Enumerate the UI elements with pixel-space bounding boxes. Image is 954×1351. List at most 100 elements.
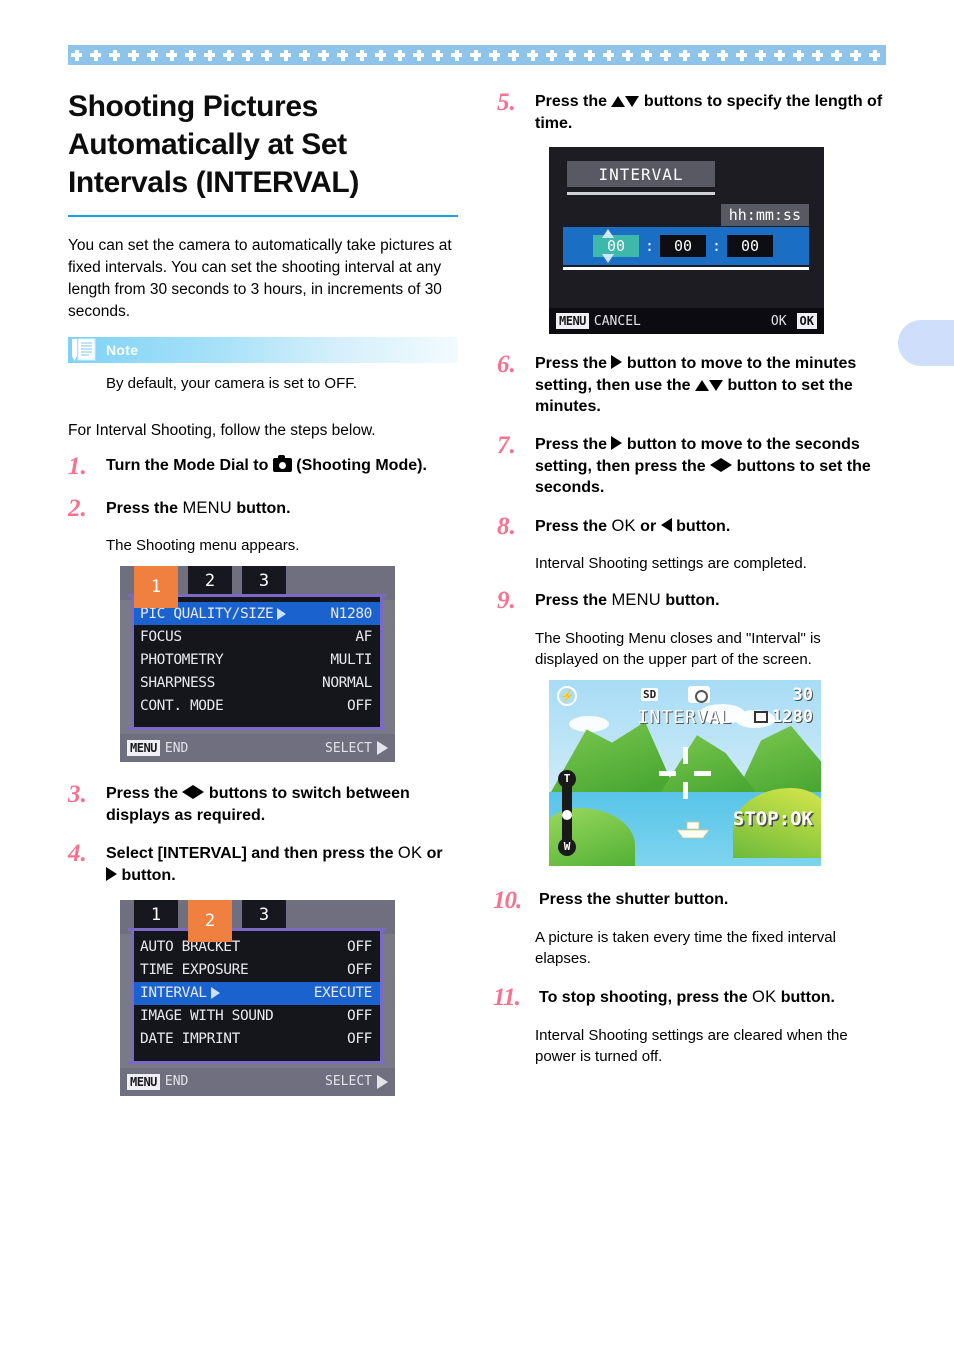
left-arrow-icon (710, 457, 722, 472)
left-arrow-icon (182, 785, 194, 800)
menu-row[interactable]: PHOTOMETRY MULTI (134, 648, 380, 671)
menu-bottom-bar-1: MENU END SELECT (120, 734, 395, 763)
step-10: 10. Press the shutter button. (493, 886, 887, 915)
menu-end-label: END (164, 740, 189, 756)
right-arrow-icon (210, 987, 220, 1000)
menu-frame-bottom-2 (128, 1060, 386, 1064)
camera-screen-shooting-menu-2: 1 2 3 AUTO BRACKET OFF TIME EXPOSURE OFF… (120, 899, 395, 1096)
menu-row-value: NORMAL (322, 674, 372, 691)
right-arrow-icon (106, 867, 117, 882)
step-2-subtext: The Shooting menu appears. (106, 537, 300, 555)
zoom-slider-knob[interactable] (562, 809, 572, 820)
interval-bottom-bar: MENU CANCEL OK OK (549, 308, 824, 335)
step-11-text: To stop shooting, press the OK button. (539, 983, 887, 1012)
step-4-text-after: button. (117, 867, 176, 885)
ok-button-label: OK (397, 844, 423, 863)
focus-crosshair-icon (659, 746, 711, 799)
menu-button-label: MENU (182, 498, 232, 517)
title-divider (68, 215, 458, 218)
up-arrow-icon (695, 379, 710, 391)
step-1: 1. Turn the Mode Dial to (Shooting Mode)… (68, 452, 458, 481)
step-9-text-before: Press the (535, 592, 612, 610)
ok-button-label: OK (611, 516, 636, 535)
step-1-text-before: Turn the Mode Dial to (106, 457, 273, 475)
menu-body-2: AUTO BRACKET OFF TIME EXPOSURE OFF INTER… (131, 930, 383, 1061)
menu-row-value: OFF (347, 1008, 372, 1025)
menu-row-label: PHOTOMETRY (140, 651, 224, 668)
menu-tab-1[interactable]: 1 (134, 566, 178, 609)
step-11-text-before: To stop shooting, press the (539, 989, 753, 1007)
interval-cancel-label: CANCEL (593, 313, 641, 329)
menu-tab-1[interactable]: 1 (134, 899, 178, 930)
menu-row[interactable]: DATE IMPRINT OFF (134, 1028, 380, 1051)
menu-row-value: OFF (347, 939, 372, 956)
menu-row-label: CONT. MODE (140, 697, 224, 714)
menu-button-label: MENU (611, 591, 661, 610)
step-6-text: Press the button to move to the minutes … (535, 350, 887, 418)
live-view-boat (676, 821, 710, 839)
step-1-number: 1. (68, 453, 87, 481)
step-8-text-after: button. (671, 517, 731, 535)
menu-row[interactable]: INTERVAL EXECUTE (134, 981, 380, 1005)
menu-row-label: INTERVAL (140, 985, 207, 1002)
menu-select-label: SELECT (325, 1074, 372, 1090)
menu-row[interactable]: SHARPNESS NORMAL (134, 671, 380, 694)
step-4: 4. Select [INTERVAL] and then press the … (68, 839, 458, 886)
interval-seconds-field[interactable]: 00 (727, 235, 774, 258)
right-arrow-icon (377, 741, 388, 756)
camera-screen-shooting-menu-1: 1 2 3 PIC QUALITY/SIZE N1280 FOCUS AF PH… (120, 566, 395, 763)
menu-row[interactable]: FOCUS AF (134, 625, 380, 648)
header-band-motifs (68, 45, 886, 65)
left-arrow-icon (660, 517, 672, 532)
menu-body-1: PIC QUALITY/SIZE N1280 FOCUS AF PHOTOMET… (131, 597, 383, 728)
interval-format-label: hh:mm:ss (720, 204, 809, 227)
step-5-number: 5. (497, 89, 516, 116)
interval-hours-field[interactable]: 00 (593, 235, 639, 258)
menu-select-label: SELECT (325, 740, 372, 756)
step-3-number: 3. (68, 781, 87, 809)
step-6: 6. Press the button to move to the minut… (497, 350, 887, 418)
step-8-number: 8. (497, 512, 516, 540)
right-arrow-icon (377, 1074, 388, 1089)
note-text: By default, your camera is set to OFF. (106, 375, 357, 393)
menu-tab-2[interactable]: 2 (188, 566, 232, 597)
menu-tab-3[interactable]: 3 (242, 899, 286, 930)
right-arrow-icon (277, 607, 287, 620)
page-edge-tab (898, 320, 954, 366)
step-11-text-after: button. (776, 989, 835, 1007)
note-pen-document-icon (70, 337, 104, 363)
step-4-text: Select [INTERVAL] and then press the OK … (106, 839, 458, 886)
menu-tab-3[interactable]: 3 (242, 566, 286, 597)
step-6-text-before: Press the (535, 355, 612, 373)
menu-key-badge: MENU (556, 313, 589, 330)
step-7: 7. Press the button to move to the secon… (497, 431, 887, 499)
zoom-slider[interactable]: T W (558, 769, 576, 856)
up-arrow-icon (611, 96, 626, 107)
interval-time-strip: 00 : 00 : 00 (563, 227, 809, 266)
menu-tab-2[interactable]: 2 (188, 899, 232, 942)
camera-mode-icon (272, 455, 292, 473)
menu-row[interactable]: IMAGE WITH SOUND OFF (134, 1005, 380, 1028)
menu-row[interactable]: CONT. MODE OFF (134, 694, 380, 717)
menu-row[interactable]: TIME EXPOSURE OFF (134, 959, 380, 982)
sd-card-icon: SD (641, 687, 659, 701)
interval-title-underline (567, 192, 715, 196)
down-arrow-icon (602, 254, 614, 264)
step-10-subtext: A picture is taken every time the fixed … (535, 929, 836, 968)
step-8-text: Press the OK or button. (535, 512, 887, 541)
camera-screen-interval-setting: INTERVAL hh:mm:ss 00 : 00 : 00 MENU CANC… (549, 147, 824, 335)
step-10-text: Press the shutter button. (539, 890, 729, 908)
up-arrow-icon (602, 229, 614, 239)
menu-key-badge: MENU (127, 740, 160, 757)
interval-minutes-field[interactable]: 00 (660, 235, 707, 258)
menu-row[interactable]: AUTO BRACKET OFF (134, 936, 380, 959)
right-arrow-icon (611, 435, 623, 450)
ok-key-badge: OK (796, 313, 817, 330)
step-2-text: Press the MENU button. (106, 494, 458, 523)
interval-colon-2: : (712, 237, 722, 256)
step-5: 5. Press the buttons to specify the leng… (497, 88, 887, 134)
menu-row-value: MULTI (330, 651, 372, 668)
step-2-text-before: Press the (106, 499, 183, 517)
decorative-header-band (68, 45, 886, 65)
zoom-tele-label: T (558, 769, 576, 788)
